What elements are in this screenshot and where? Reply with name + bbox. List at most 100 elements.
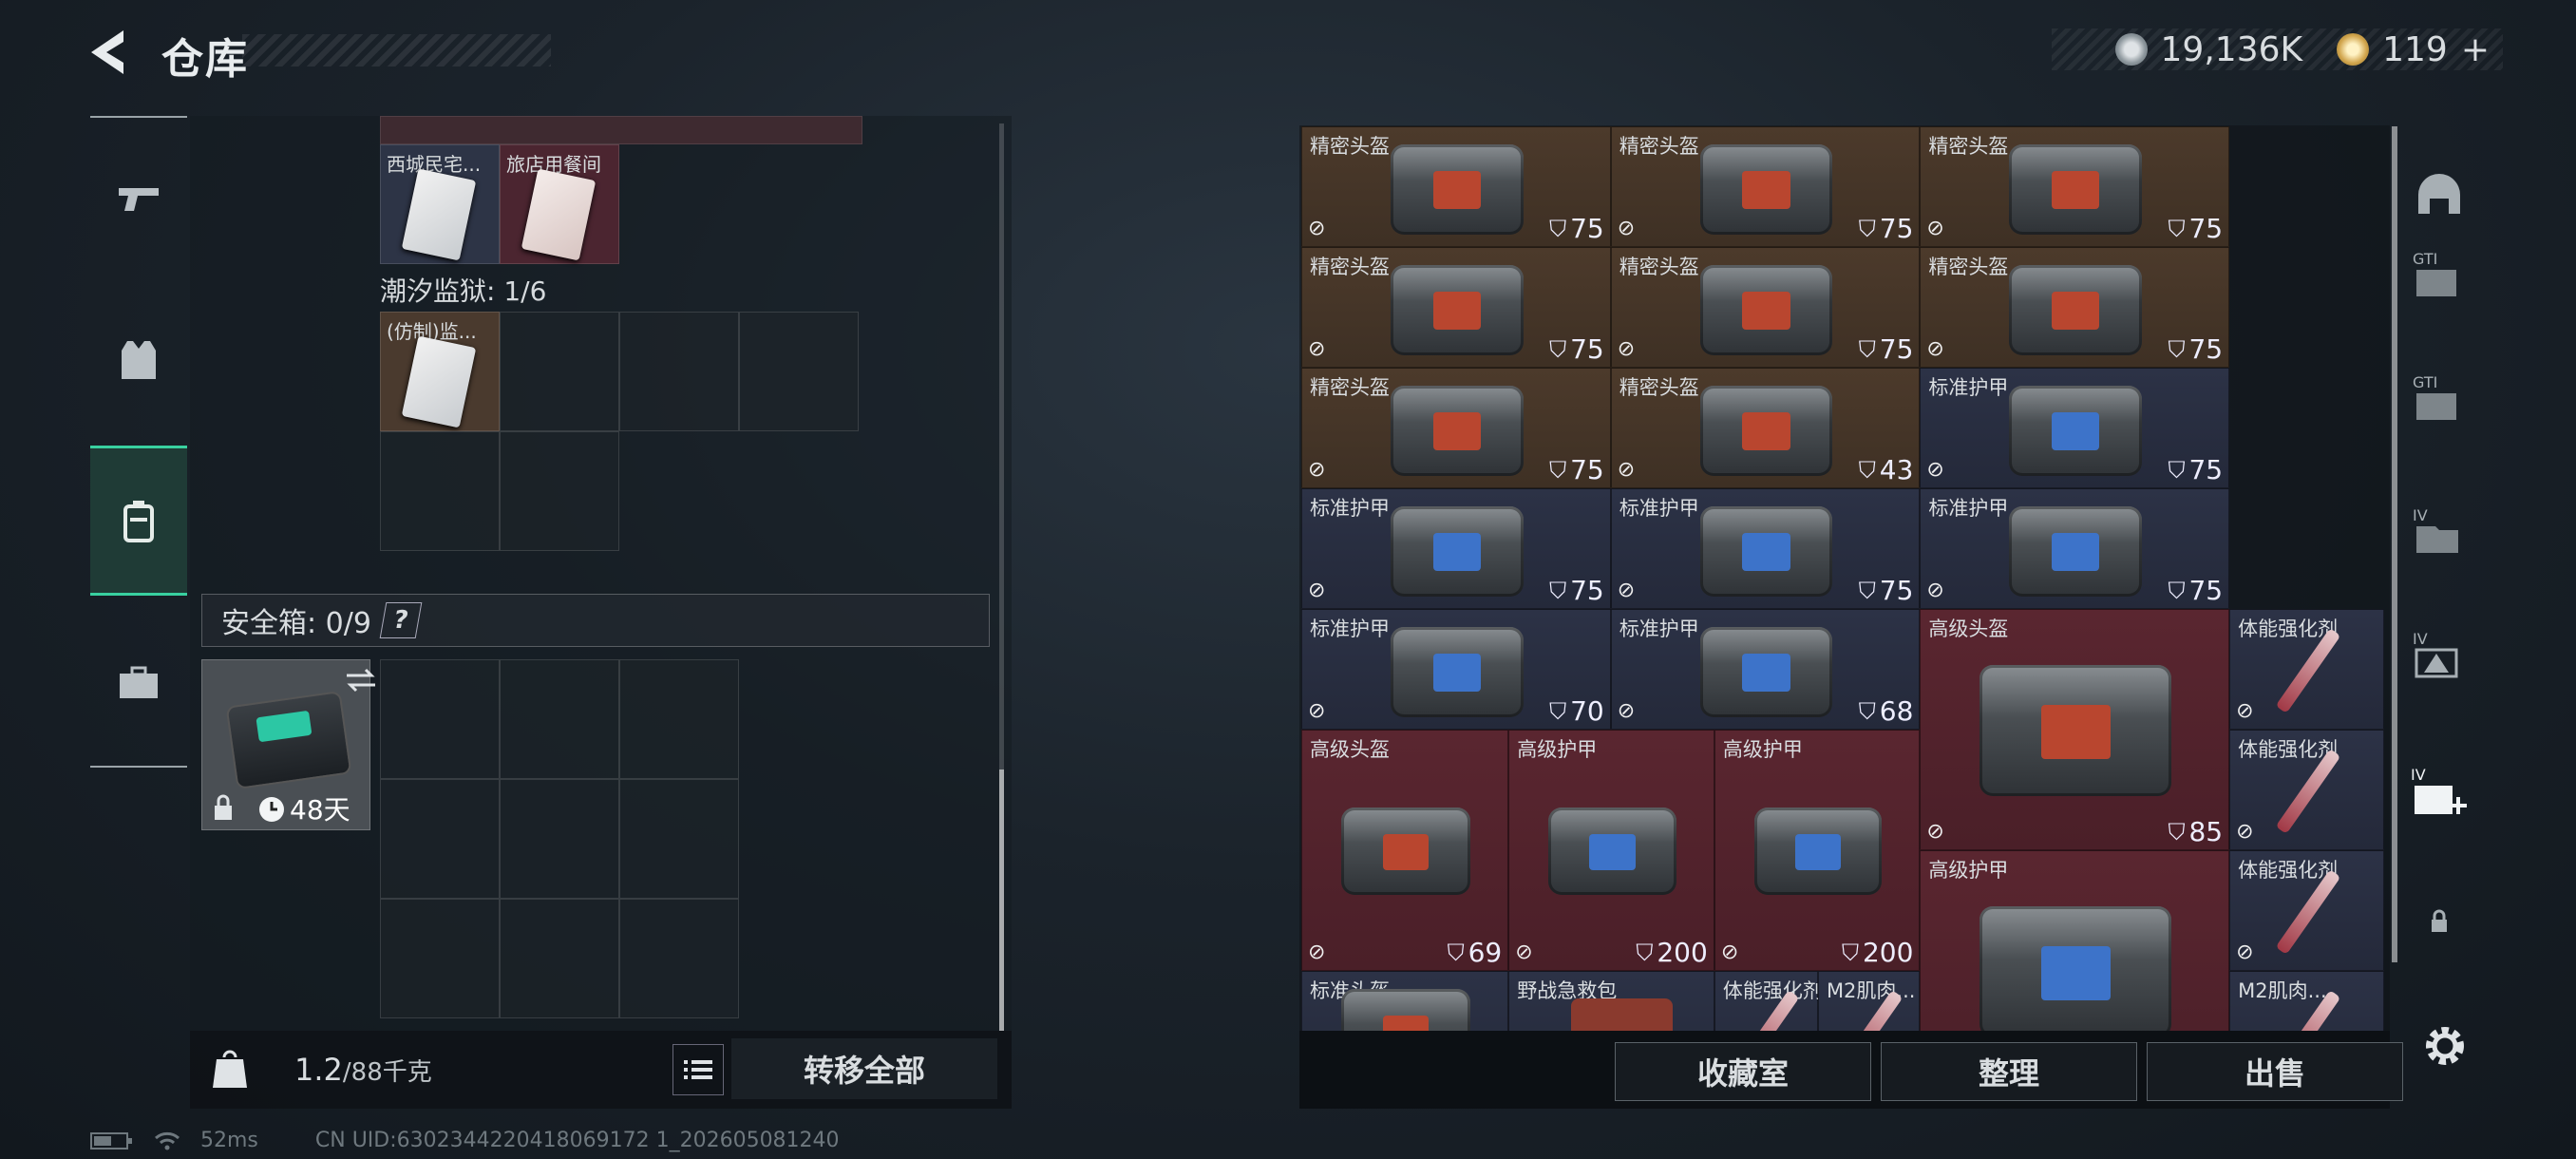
svg-text:GTI: GTI — [2413, 250, 2437, 268]
iv-map-tab[interactable]: IV — [2401, 618, 2477, 694]
inventory-item[interactable]: 标准护甲 ⊘ ⛉ 68 — [1610, 609, 1921, 730]
grid-slot[interactable] — [500, 431, 619, 551]
inventory-scrollbar[interactable] — [2392, 126, 2397, 962]
iv-map-icon: IV — [2413, 630, 2458, 678]
durability-value: 68 — [1879, 695, 1914, 727]
gold-amount: 119 — [2382, 29, 2448, 69]
inventory-item[interactable]: 高级护甲⊘ — [1920, 850, 2230, 1031]
inventory-item[interactable]: 精密头盔 ⊘ ⛉ 75 — [1610, 247, 1921, 368]
inventory-item[interactable]: 标准护甲 ⊘ ⛉ 70 — [1301, 609, 1611, 730]
inventory-item[interactable]: 高级头盔 ⊘ ⛉ 85 — [1920, 609, 2230, 850]
inventory-item[interactable]: 体能强化剂⊘ — [2229, 609, 2384, 730]
weapon-tab[interactable] — [90, 146, 187, 251]
silver-coin-icon — [2114, 33, 2148, 66]
partial-row — [380, 116, 862, 144]
inventory-item[interactable]: 标准护甲 ⊘ ⛉ 75 — [1301, 488, 1611, 609]
grid-slot[interactable] — [500, 312, 619, 431]
durability: ⛉ 75 — [2168, 454, 2223, 485]
inventory-item[interactable]: 高级护甲 ⊘ ⛉ 200 — [1508, 730, 1714, 971]
shield-icon: ⛉ — [1549, 697, 1567, 725]
inventory-item[interactable]: 标准头盔⊘ — [1301, 971, 1509, 1031]
shield-icon: ⛉ — [2168, 456, 2186, 484]
unrepairable-icon: ⊘ — [1308, 699, 1326, 723]
durability-value: 69 — [1468, 937, 1503, 968]
help-button[interactable]: ? — [379, 602, 423, 638]
iv-medkit-icon: IV — [2411, 766, 2467, 814]
safe-slot[interactable] — [380, 659, 500, 779]
stash-item-3[interactable]: (仿制)监... — [380, 312, 500, 431]
unrepairable-icon: ⊘ — [1617, 579, 1636, 602]
iv-folder-tab[interactable]: IV — [2401, 494, 2477, 570]
gti-tab-2[interactable]: GTI — [2401, 361, 2477, 437]
durability: ⛉ 75 — [2168, 333, 2223, 365]
inventory-item[interactable]: 体能强化剂⊘ — [2229, 730, 2384, 850]
lock-tab[interactable] — [2401, 884, 2477, 960]
inventory-item[interactable]: 精密头盔 ⊘ ⛉ 43 — [1610, 368, 1921, 488]
ping-value: 52ms — [200, 1129, 258, 1152]
gti-tab-1[interactable]: GTI — [2401, 238, 2477, 314]
list-icon — [684, 1060, 712, 1079]
shield-icon: ⛉ — [1636, 939, 1654, 966]
stash-item-1[interactable]: 西城民宅... — [380, 144, 500, 264]
safe-box-item[interactable]: 48天 — [201, 659, 375, 830]
inventory-item[interactable]: 精密头盔 ⊘ ⛉ 75 — [1610, 126, 1921, 247]
inventory-item[interactable]: M2肌肉...⊘ — [2229, 971, 2384, 1031]
item-name: M2肌肉... — [2238, 979, 2327, 1002]
briefcase-tab[interactable] — [90, 631, 187, 735]
item-name: 高级护甲 — [1517, 738, 1598, 761]
inventory-item[interactable]: 野战急救包 — [1508, 971, 1714, 1031]
inventory-item[interactable]: 精密头盔 ⊘ ⛉ 75 — [1920, 126, 2230, 247]
inventory-item[interactable]: 精密头盔 ⊘ ⛉ 75 — [1301, 126, 1611, 247]
inventory-item[interactable]: 精密头盔 ⊘ ⛉ 75 — [1301, 368, 1611, 488]
durability: ⛉ 68 — [1859, 695, 1914, 727]
safe-slot[interactable] — [500, 779, 619, 899]
list-view-button[interactable] — [672, 1044, 724, 1095]
currency-bar: 19,136K 119 + — [2052, 28, 2503, 70]
iv-medkit-tab[interactable]: IV — [2401, 755, 2477, 831]
backpack-tab[interactable] — [90, 446, 187, 596]
transfer-all-button[interactable]: 转移全部 — [731, 1038, 997, 1099]
sell-button[interactable]: 出售 — [2147, 1042, 2403, 1101]
svg-text:IV: IV — [2413, 506, 2428, 524]
helmet-slot-tab[interactable] — [2401, 157, 2477, 233]
sort-button[interactable]: 整理 — [1881, 1042, 2137, 1101]
inventory-item[interactable]: 精密头盔 ⊘ ⛉ 75 — [1301, 247, 1611, 368]
inventory-item[interactable]: 标准护甲 ⊘ ⛉ 75 — [1610, 488, 1921, 609]
helmet-icon — [1391, 144, 1524, 235]
grid-slot[interactable] — [739, 312, 859, 431]
collection-room-button[interactable]: 收藏室 — [1615, 1042, 1871, 1101]
safe-slot[interactable] — [380, 779, 500, 899]
stash-scroll-thumb[interactable] — [999, 770, 1004, 1031]
inventory-item[interactable]: M2肌肉...⊘ — [1817, 971, 1921, 1031]
item-name: 精密头盔 — [1310, 256, 1390, 278]
inventory-item[interactable]: 精密头盔 ⊘ ⛉ 75 — [1920, 247, 2230, 368]
carry-weight: 1.2/88千克 — [294, 1052, 432, 1088]
safe-slot[interactable] — [500, 899, 619, 1018]
grid-slot[interactable] — [380, 431, 500, 551]
durability-value: 43 — [1879, 454, 1914, 485]
back-arrow-icon[interactable] — [87, 28, 144, 76]
settings-gear-icon[interactable] — [2420, 1021, 2470, 1071]
safe-slot[interactable] — [619, 779, 739, 899]
stash-item-2[interactable]: 旅店用餐间 — [500, 144, 619, 264]
uid-text: CN UID:6302344220418069172 1_20260508124… — [314, 1129, 840, 1152]
inventory-item[interactable]: 标准护甲 ⊘ ⛉ 75 — [1920, 368, 2230, 488]
safe-slot[interactable] — [619, 659, 739, 779]
armor-tab[interactable] — [90, 308, 187, 412]
inventory-item[interactable]: 高级护甲 ⊘ ⛉ 200 — [1714, 730, 1921, 971]
inventory-item[interactable]: 体能强化剂⊘ — [1714, 971, 1823, 1031]
safe-slot[interactable] — [619, 899, 739, 1018]
grid-slot[interactable] — [619, 312, 739, 431]
inventory-item[interactable]: 体能强化剂⊘ — [2229, 850, 2384, 971]
helmet-icon — [1341, 989, 1470, 1031]
helmet-icon — [1699, 265, 1833, 355]
safe-slot[interactable] — [380, 899, 500, 1018]
swap-icon[interactable] — [345, 668, 377, 693]
durability-value: 75 — [2188, 454, 2224, 485]
pistol-icon — [119, 188, 159, 211]
add-gold-button[interactable]: + — [2461, 30, 2490, 69]
safe-slot[interactable] — [500, 659, 619, 779]
item-name: 高级头盔 — [1928, 618, 2009, 640]
inventory-item[interactable]: 标准护甲 ⊘ ⛉ 75 — [1920, 488, 2230, 609]
inventory-item[interactable]: 高级头盔 ⊘ ⛉ 69 — [1301, 730, 1509, 971]
